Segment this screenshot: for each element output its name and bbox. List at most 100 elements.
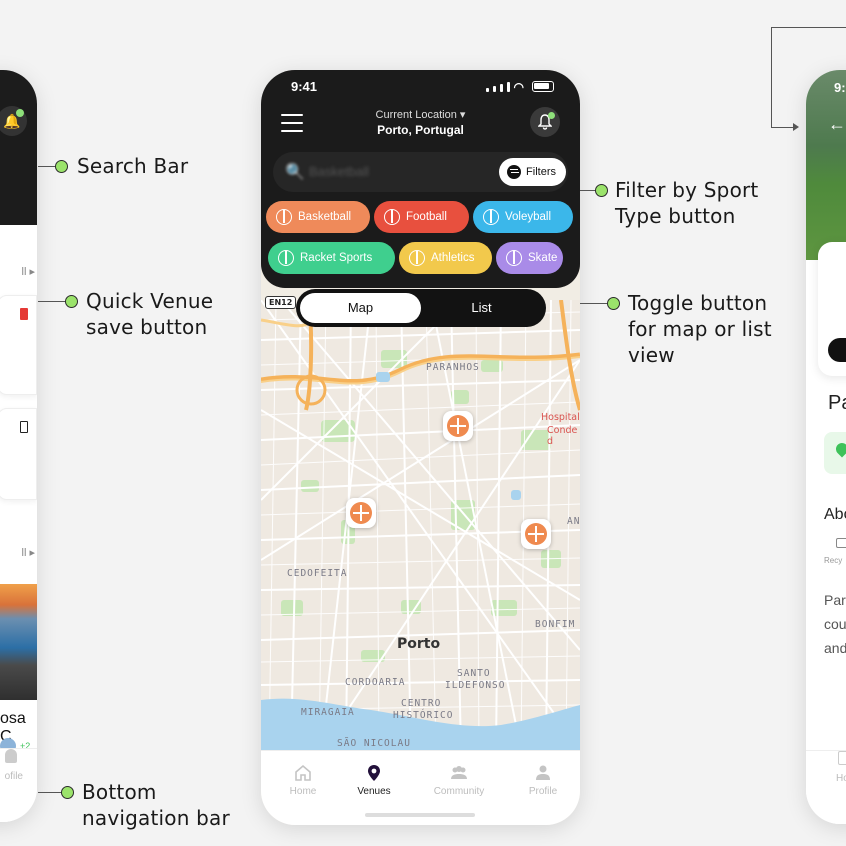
left-header: 🔔 [0, 70, 37, 225]
description-text: Par [824, 592, 846, 608]
chip-football[interactable]: Football [374, 201, 469, 233]
map-label: AN [567, 516, 580, 527]
right-bottom-nav: Ho [806, 750, 846, 824]
filters-button[interactable]: Filters [499, 158, 566, 186]
location-label: Current Location [375, 109, 457, 121]
annotation-filter: Filter by Sport Type button [615, 177, 758, 229]
football-icon [384, 209, 400, 225]
annotation-line: Toggle button [628, 291, 768, 315]
basketball-venue-pin[interactable] [521, 519, 551, 549]
annotation-line: save button [86, 315, 208, 339]
venue-card[interactable] [0, 408, 37, 500]
chip-label: Racket Sports [300, 252, 373, 264]
annotation-line: view [628, 343, 675, 367]
map-label: BONFIM [535, 619, 576, 630]
annotation-dot [65, 295, 78, 308]
connector-line [580, 303, 608, 304]
presentation-canvas: 🔔 ll ▸ ll ▸ osa C +2 ofile PARANHOS Hosp… [0, 0, 846, 846]
chip-basketball[interactable]: Basketball [266, 201, 370, 233]
map-label: HISTÓRICO [393, 710, 454, 721]
search-input[interactable]: Basketball [309, 164, 369, 179]
profile-icon[interactable] [5, 749, 17, 763]
toggle-map-option[interactable]: Map [300, 293, 421, 323]
about-heading: Abo [824, 506, 846, 523]
nav-venues[interactable]: Venues [344, 763, 404, 797]
nav-label: Profile [528, 786, 558, 797]
bookmark-icon[interactable] [20, 421, 28, 433]
basketball-venue-pin[interactable] [443, 411, 473, 441]
left-bottom-nav: ofile [0, 748, 37, 822]
annotation-quick-save: Quick Venue save button [86, 288, 213, 340]
chip-label: Football [406, 211, 447, 223]
description-text: and [824, 640, 846, 656]
skate-icon [506, 250, 522, 266]
nav-home[interactable]: Home [273, 763, 333, 797]
annotation-dot [55, 160, 68, 173]
home-icon [295, 764, 311, 781]
connector-line [771, 27, 846, 28]
annotation-dot [607, 297, 620, 310]
status-time: 9:41 [291, 79, 318, 94]
chip-label: Athletics [431, 252, 475, 264]
chip-racket-sports[interactable]: Racket Sports [268, 242, 395, 274]
nav-label-home[interactable]: Ho [836, 773, 846, 784]
map-list-toggle[interactable]: Map List [296, 289, 546, 327]
bottom-navigation-bar: Home Venues Community Profile [261, 750, 580, 825]
venue-hero-photo [806, 70, 846, 260]
map-label: Hospital [541, 412, 580, 423]
see-all-link[interactable]: ll ▸ [22, 546, 35, 559]
nav-profile[interactable]: Profile [513, 763, 573, 797]
bookmark-icon[interactable] [20, 308, 28, 320]
chip-label: Voleyball [505, 211, 552, 223]
basketball-icon [276, 209, 292, 225]
profile-icon [536, 765, 550, 780]
road-badge: EN12 [265, 296, 297, 309]
chip-volleyball[interactable]: Voleyball [473, 201, 573, 233]
basketball-icon [525, 523, 547, 545]
see-all-link[interactable]: ll ▸ [22, 265, 35, 278]
annotation-line: Type button [615, 204, 736, 228]
filter-icon [507, 165, 522, 179]
chip-label: Basketball [298, 211, 352, 223]
wifi-icon: ◠ [513, 80, 524, 94]
back-arrow-icon[interactable]: ← [828, 114, 846, 135]
home-icon[interactable] [838, 751, 846, 765]
home-indicator [365, 813, 475, 817]
annotation-search-bar: Search Bar [77, 154, 189, 178]
chip-skate[interactable]: Skate [496, 242, 563, 274]
volleyball-icon [483, 209, 499, 225]
map-label-porto: Porto [397, 636, 441, 652]
nav-label: Venues [357, 786, 391, 797]
venue-photo[interactable] [0, 584, 37, 700]
map-label: MIRAGAIA [301, 707, 355, 718]
map-label: SANTO [457, 668, 491, 679]
annotation-line: Bottom [82, 780, 157, 804]
header-panel: 9:41 ◠ Current Location ▾ Porto, Portuga… [261, 70, 580, 288]
toggle-list-option[interactable]: List [421, 293, 542, 323]
venue-detail-screen: 9: ← Pa Abo Recy Par cou and Ho [806, 70, 846, 824]
map-label: CORDOARIA [345, 677, 406, 688]
annotation-line: Quick Venue [86, 289, 214, 313]
chip-athletics[interactable]: Athletics [399, 242, 492, 274]
venue-card[interactable] [0, 295, 37, 395]
nav-community[interactable]: Community [429, 763, 489, 797]
notification-bell-icon[interactable]: 🔔 [0, 106, 27, 136]
connector-line [580, 190, 596, 191]
description-text: cou [824, 616, 846, 632]
map-label: CEDOFEITA [287, 568, 348, 579]
basketball-venue-pin[interactable] [346, 498, 376, 528]
map-label: Conde d [547, 425, 578, 447]
notification-bell-icon[interactable] [530, 107, 560, 137]
arrow-head-icon [793, 123, 799, 131]
location-pin-icon [368, 765, 380, 781]
status-bar: 9:41 ◠ [261, 79, 580, 99]
racket-icon [278, 250, 294, 266]
map-location-button[interactable] [824, 432, 846, 474]
info-pill[interactable] [828, 338, 846, 362]
amenity-label: Recy [824, 556, 843, 565]
nav-label-profile[interactable]: ofile [5, 771, 23, 782]
chevron-down-icon: ▾ [459, 109, 466, 121]
annotation-line: for map or list [628, 317, 772, 341]
nav-label: Community [433, 786, 485, 797]
venues-map-screen: PARANHOS Hospital Conde d CEDOFEITA Port… [261, 70, 580, 825]
